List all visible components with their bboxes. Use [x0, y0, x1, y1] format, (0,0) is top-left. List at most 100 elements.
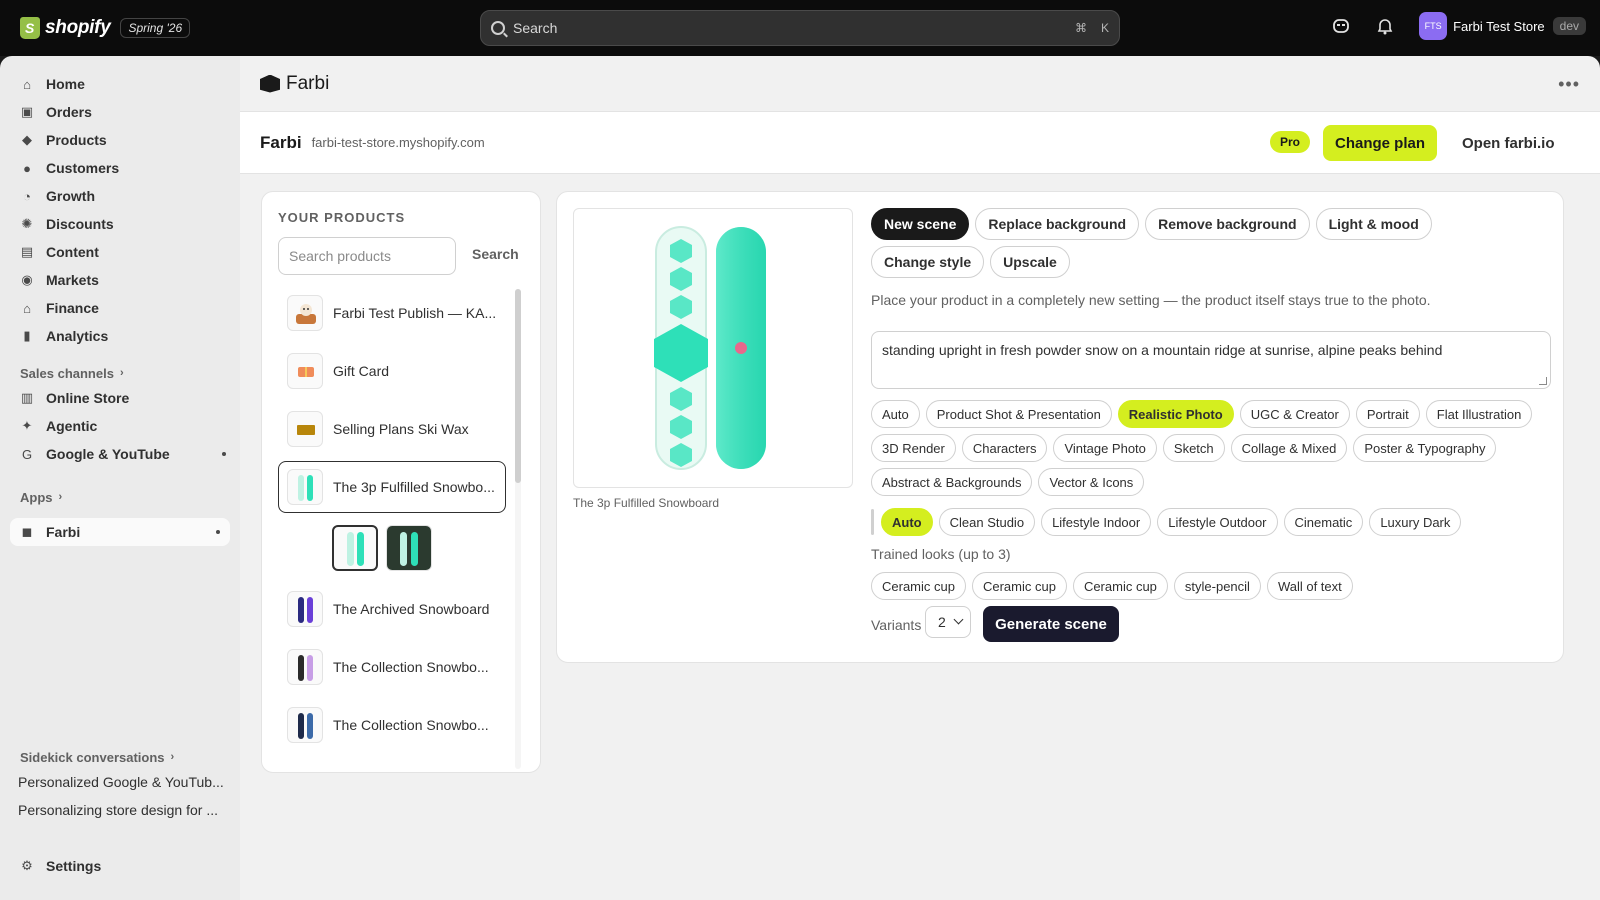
product-item[interactable]: The Collection Snowbo... [278, 699, 506, 751]
sidebar-item-home[interactable]: ⌂ Home [0, 70, 240, 98]
sidebar-item-content[interactable]: ▤ Content [0, 238, 240, 266]
style-chip[interactable]: 3D Render [871, 434, 956, 462]
mode-replace-background[interactable]: Replace background [975, 208, 1140, 240]
style-chip-selected[interactable]: Realistic Photo [1117, 400, 1234, 428]
style-chip[interactable]: Auto [871, 400, 920, 428]
top-right-actions: FTS Farbi Test Store dev [1331, 12, 1586, 40]
globe-icon: ◉ [21, 272, 33, 287]
sidebar: ⌂ Home ▣ Orders ◆ Products ● Customers ◔ Grow… [0, 56, 240, 900]
sidebar-item-orders[interactable]: ▣ Orders [0, 98, 240, 126]
mode-upscale[interactable]: Upscale [990, 246, 1070, 278]
sidebar-item-online-store[interactable]: ▥ Online Store [0, 384, 240, 412]
mode-light-mood[interactable]: Light & mood [1315, 208, 1432, 240]
product-item[interactable]: Gift Card [278, 345, 506, 397]
sidebar-item-label: Online Store [46, 390, 130, 406]
product-item-selected[interactable]: The 3p Fulfilled Snowbo... [278, 461, 506, 513]
sidebar-item-customers[interactable]: ● Customers [0, 154, 240, 182]
trained-look-chip[interactable]: Ceramic cup [1072, 572, 1168, 600]
style-chip[interactable]: Vector & Icons [1038, 468, 1145, 496]
sidebar-item-finance[interactable]: ⌂ Finance [0, 294, 240, 322]
scrollbar-thumb[interactable] [515, 289, 521, 483]
variants-label: Variants [871, 617, 922, 633]
scene-prompt-textarea[interactable]: standing upright in fresh powder snow on… [871, 331, 1551, 389]
sidebar-item-discounts[interactable]: ✺ Discounts [0, 210, 240, 238]
sidekick-conversation[interactable]: Personalizing store design for ... [0, 796, 225, 824]
look-chip-selected[interactable]: Auto [881, 508, 933, 536]
variants-select[interactable]: 2 [925, 606, 971, 638]
app-title: Farbi [286, 72, 330, 94]
sidebar-item-analytics[interactable]: ▮ Analytics [0, 322, 240, 350]
sidebar-item-label: Farbi [46, 524, 81, 540]
sidebar-item-growth[interactable]: ◔ Growth [0, 182, 240, 210]
trained-look-chip[interactable]: Ceramic cup [871, 572, 966, 600]
shopify-logo[interactable]: shopify [20, 17, 111, 39]
sidebar-item-label: Content [46, 244, 99, 260]
sidebar-item-markets[interactable]: ◉ Markets [0, 266, 240, 294]
style-chips: Auto Product Shot & Presentation Realist… [871, 400, 1551, 502]
sidebar-item-products[interactable]: ◆ Products [0, 126, 240, 154]
product-item[interactable]: The Collection Snowbo... [278, 641, 506, 693]
apps-heading[interactable]: Apps › [0, 486, 240, 508]
product-search-input[interactable]: Search products [278, 237, 456, 275]
sidebar-item-farbi[interactable]: ◼ Farbi [10, 518, 230, 546]
mode-change-style[interactable]: Change style [871, 246, 985, 278]
product-item[interactable]: Farbi Test Publish — KA... [278, 287, 506, 339]
style-chip[interactable]: Portrait [1355, 400, 1420, 428]
growth-icon: ◔ [23, 188, 31, 204]
sidebar-item-google-youtube[interactable]: G Google & YouTube [0, 440, 240, 468]
edition-badge[interactable]: Spring '26 [120, 18, 191, 38]
sidebar-item-label: Discounts [46, 216, 114, 232]
look-chip[interactable]: Lifestyle Outdoor [1157, 508, 1278, 536]
style-chip[interactable]: Abstract & Backgrounds [871, 468, 1033, 496]
generate-scene-button[interactable]: Generate scene [983, 606, 1119, 642]
product-search-button[interactable]: Search [472, 246, 519, 262]
change-plan-button[interactable]: Change plan [1323, 125, 1437, 161]
section-label-text: Sidekick conversations [20, 749, 165, 765]
style-chip[interactable]: Flat Illustration [1425, 400, 1533, 428]
mode-remove-background[interactable]: Remove background [1145, 208, 1310, 240]
store-title: Farbi [260, 132, 302, 152]
product-name: Gift Card [333, 363, 390, 379]
style-chip[interactable]: Characters [961, 434, 1048, 462]
trained-look-chip[interactable]: Ceramic cup [971, 572, 1067, 600]
sales-channels-heading[interactable]: Sales channels › [0, 362, 240, 384]
global-search[interactable]: Search ⌘ K [480, 10, 1120, 46]
search-placeholder: Search [513, 20, 558, 36]
look-chip[interactable]: Lifestyle Indoor [1041, 508, 1152, 536]
content-icon: ▤ [20, 244, 34, 259]
mode-new-scene[interactable]: New scene [871, 208, 970, 240]
resize-handle-icon[interactable] [1539, 377, 1547, 385]
sidebar-item-agentic[interactable]: ✦ Agentic [0, 412, 240, 440]
main-nav: ⌂ Home ▣ Orders ◆ Products ● Customers ◔ Grow… [0, 70, 240, 350]
style-chip[interactable]: Product Shot & Presentation [925, 400, 1112, 428]
look-chip[interactable]: Clean Studio [938, 508, 1036, 536]
store-name[interactable]: Farbi Test Store [1453, 19, 1545, 34]
product-item[interactable]: Selling Plans Ski Wax [278, 403, 506, 455]
shortcut-key: K [1100, 21, 1109, 35]
sidekick-conversation[interactable]: Personalized Google & YouTub... [0, 768, 225, 796]
product-list-scrollbar[interactable] [515, 289, 521, 769]
style-chip[interactable]: Vintage Photo [1053, 434, 1157, 462]
sidekick-heading[interactable]: Sidekick conversations › [0, 746, 240, 768]
image-thumb[interactable] [386, 525, 432, 571]
look-chip[interactable]: Luxury Dark [1369, 508, 1462, 536]
products-title: YOUR PRODUCTS [278, 210, 406, 225]
sidekick-icon[interactable] [1331, 16, 1351, 36]
product-item[interactable]: The Archived Snowboard [278, 583, 506, 635]
image-thumb-selected[interactable] [332, 525, 378, 571]
style-chip[interactable]: Poster & Typography [1353, 434, 1497, 462]
more-actions-icon[interactable]: ••• [1558, 74, 1580, 95]
sidebar-item-label: Growth [46, 188, 95, 204]
trained-looks-label: Trained looks (up to 3) [871, 546, 1011, 562]
bell-icon[interactable] [1375, 16, 1395, 36]
sidebar-item-label: Home [46, 76, 85, 92]
sidebar-item-settings[interactable]: ⚙ Settings [0, 852, 240, 880]
store-avatar[interactable]: FTS [1419, 12, 1448, 40]
style-chip[interactable]: Sketch [1162, 434, 1225, 462]
look-chip[interactable]: Cinematic [1283, 508, 1364, 536]
trained-look-chip[interactable]: style-pencil [1173, 572, 1261, 600]
style-chip[interactable]: UGC & Creator [1239, 400, 1350, 428]
style-chip[interactable]: Collage & Mixed [1230, 434, 1348, 462]
open-site-link[interactable]: Open farbi.io [1462, 125, 1555, 161]
trained-look-chip[interactable]: Wall of text [1266, 572, 1353, 600]
